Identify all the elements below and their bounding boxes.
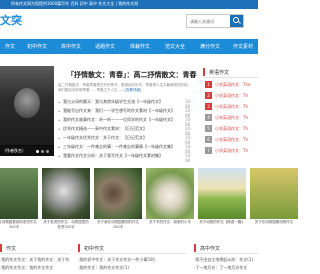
slider-dot[interactable] bbox=[36, 150, 39, 153]
panel-item[interactable]: 6 小学英语作文：Th bbox=[205, 134, 258, 145]
nav-item-gaozhong[interactable]: 高中作文 bbox=[61, 43, 81, 50]
headline-desc: 高二抒情散文：青春青春是花开的季节，是绿色的年华，青春是人生中最美丽的阶段，我们… bbox=[58, 83, 194, 93]
panel-header: 英语作文 bbox=[203, 66, 258, 78]
search-box bbox=[186, 14, 244, 28]
panel-item[interactable]: 4 小学英语作文：Th bbox=[205, 112, 258, 123]
section-link[interactable]: ·了一地月光：了一地月光作文 bbox=[194, 265, 258, 271]
main-nav: 作文 初中作文 高中作文 话题作文 体裁作文 范文大全 满分作文 作文素材 bbox=[0, 39, 258, 54]
gallery-item[interactable]: 关于在动物园看到的老虎作文300字 bbox=[0, 168, 38, 236]
gallery-item[interactable]: 关于老虎的作文：动物园里的老虎300字 bbox=[42, 168, 90, 236]
nav-item-zuowen[interactable]: 作文 bbox=[5, 43, 15, 50]
nav-item-huati[interactable]: 话题作文 bbox=[95, 43, 115, 50]
site-logo[interactable]: 文突 bbox=[0, 12, 22, 28]
search-button[interactable] bbox=[230, 15, 243, 27]
section-zuowen: 作文 ·我的作文作文：关于我的作文：关于作文(1) ·我的作文作文：我的作文作文 bbox=[0, 242, 70, 274]
top-bar-text: 所有作文网为您提供3000篇写作 百科 初中 高中 作文大全 | 我的作文网 bbox=[11, 1, 139, 6]
section-header: 作文 bbox=[0, 242, 70, 254]
gallery-item[interactable]: 关于羊的作文：我家的小羊 bbox=[146, 168, 194, 236]
gallery-image[interactable] bbox=[0, 168, 38, 219]
gallery-image[interactable] bbox=[250, 168, 298, 219]
news-item[interactable]: • 三年级作文：一件难忘的事：一件难忘的事情【一年级作文集】 10-08 bbox=[58, 143, 196, 154]
panel-item[interactable]: 7 小学英语作文：Th bbox=[205, 145, 258, 156]
readmore-link[interactable]: [查看详细] bbox=[125, 88, 142, 92]
gallery-caption[interactable]: 关于羊的作文：我家的小羊 bbox=[146, 220, 194, 234]
section-header: 初中作文 bbox=[78, 242, 186, 254]
slider-dot[interactable] bbox=[41, 150, 44, 153]
section-link[interactable]: ·我不由自主地想起从前：作文(3) bbox=[194, 257, 258, 263]
headline-title[interactable]: 「抒情散文：青春」：高二抒情散文：青春 bbox=[67, 70, 197, 80]
gallery-image[interactable] bbox=[42, 168, 90, 219]
section-title[interactable]: 高中作文 bbox=[200, 245, 220, 252]
slider-caption: （作者佚名） bbox=[2, 148, 26, 153]
panel-item-text[interactable]: 小学英语作文：The bbox=[215, 82, 258, 88]
panel-item-text[interactable]: 小学英语作文：Th bbox=[215, 137, 258, 143]
gallery-caption[interactable]: 关于我在动物园看到的作文200字 bbox=[94, 220, 142, 234]
nav-item-sucai[interactable]: 作文素材 bbox=[233, 43, 253, 50]
section-header: 高中作文 bbox=[194, 242, 258, 254]
section-link[interactable]: ·我的作文作文：我的作文作文 bbox=[0, 265, 70, 271]
news-title[interactable]: 优秀作文精选——高中作文素材：【日记范文】 bbox=[63, 126, 180, 132]
slider-dot[interactable] bbox=[46, 150, 49, 153]
news-title[interactable]: 我能写出作文来：我们——学生想写的作文素材【一年级作文】 bbox=[63, 108, 180, 114]
gallery-image[interactable] bbox=[198, 168, 246, 219]
section-gaozhong: 高中作文 ·我不由自主地想起从前：作文(3) ·了一地月光：了一地月光作文 bbox=[194, 242, 258, 274]
gallery-item[interactable]: 关于我在动物园看到的作文200字 bbox=[94, 168, 142, 236]
feature-slider[interactable] bbox=[0, 66, 54, 156]
gallery-image[interactable] bbox=[94, 168, 142, 219]
news-item[interactable]: • 一年级作文优秀作文：关于作文：【日记范文】 10-08 bbox=[58, 134, 196, 145]
news-title[interactable]: 我的作文故事作文：听一听——一位同学的作文【一年级作文】 bbox=[63, 117, 180, 123]
news-item[interactable]: • 我能写出作文来：我们——学生想写的作文素材【一年级作文】 10-08 bbox=[58, 107, 196, 118]
gallery-caption[interactable]: 关于动物的作文【精选一篇】 bbox=[198, 220, 246, 234]
panel-item-text[interactable]: 小学英语作文：Th bbox=[215, 93, 258, 99]
nav-item-ticai[interactable]: 体裁作文 bbox=[130, 43, 150, 50]
gallery-image[interactable] bbox=[146, 168, 194, 219]
news-item[interactable]: • 优秀作文精选——高中作文素材：【日记范文】 10-08 bbox=[58, 125, 196, 136]
panel-item-text[interactable]: 小学英语作文：Th bbox=[215, 148, 258, 154]
news-title[interactable]: 一年级作文优秀作文：关于作文：【日记范文】 bbox=[63, 135, 180, 141]
panel-item[interactable]: 5 小学英语作文：Th bbox=[205, 123, 258, 134]
panel-title: 英语作文 bbox=[209, 70, 230, 76]
news-title[interactable]: 我与父母的聊天：我与其他年级学生交流【一年级作文】 bbox=[63, 99, 180, 105]
section-title[interactable]: 初中作文 bbox=[84, 245, 104, 252]
image-gallery: 关于在动物园看到的老虎作文300字 关于老虎的作文：动物园里的老虎300字 关于… bbox=[0, 168, 298, 236]
news-item[interactable]: • 我的作文故事作文：听一听——一位同学的作文【一年级作文】 10-08 bbox=[58, 116, 196, 127]
section-link[interactable]: ·我的作文作文：关于我的作文：关于作文(1) bbox=[0, 257, 70, 263]
news-item[interactable]: • 我与父母的聊天：我与其他年级学生交流【一年级作文】 10-08 bbox=[58, 98, 196, 109]
gallery-item[interactable]: 关于在动物园看动物作文 bbox=[250, 168, 298, 236]
news-item[interactable]: • 我看作文作文分析：关于我写作文【一年级作文素材集】 10-08 bbox=[58, 152, 196, 163]
gallery-caption[interactable]: 关于在动物园看到的老虎作文300字 bbox=[0, 220, 38, 234]
nav-item-chuzhong[interactable]: 初中作文 bbox=[27, 43, 47, 50]
section-link[interactable]: ·我的作文：我的作文作文(1) bbox=[78, 265, 186, 271]
news-title[interactable]: 三年级作文：一件难忘的事：一件难忘的事情【一年级作文集】 bbox=[63, 144, 180, 150]
news-date: 10-08 bbox=[185, 153, 192, 163]
nav-item-fanwen[interactable]: 范文大全 bbox=[165, 43, 185, 50]
gallery-caption[interactable]: 关于在动物园看动物作文 bbox=[250, 220, 298, 234]
nav-item-manfen[interactable]: 满分作文 bbox=[200, 43, 220, 50]
panel-item[interactable]: 2 小学英语作文：Th bbox=[205, 90, 258, 101]
section-link[interactable]: ·我的初中作文：关于作文作文一件小事500 bbox=[78, 257, 186, 263]
panel-item[interactable]: 3 小学英语作文：Th bbox=[205, 101, 258, 112]
section-chuzhong: 初中作文 ·我的初中作文：关于作文作文一件小事500 ·我的作文：我的作文作文(… bbox=[78, 242, 186, 274]
panel-item-text[interactable]: 小学英语作文：Th bbox=[215, 126, 258, 132]
panel-item-text[interactable]: 小学英语作文：Th bbox=[215, 104, 258, 110]
gallery-item[interactable]: 关于动物的作文【精选一篇】 bbox=[198, 168, 246, 236]
gallery-caption[interactable]: 关于老虎的作文：动物园里的老虎300字 bbox=[42, 220, 90, 234]
panel-item[interactable]: 1 小学英语作文：The bbox=[205, 79, 258, 90]
slider-image bbox=[0, 66, 54, 146]
section-title[interactable]: 作文 bbox=[6, 245, 16, 252]
english-essay-panel: 英语作文 1 小学英语作文：The 2 小学英语作文：Th 3 小学英语作文：Th 4… bbox=[203, 66, 258, 161]
top-bar: 所有作文网为您提供3000篇写作 百科 初中 高中 作文大全 | 我的作文网 bbox=[0, 0, 258, 9]
panel-item-text[interactable]: 小学英语作文：Th bbox=[215, 115, 258, 121]
search-input[interactable] bbox=[188, 16, 232, 26]
news-title[interactable]: 我看作文作文分析：关于我写作文【一年级作文素材集】 bbox=[63, 153, 180, 159]
